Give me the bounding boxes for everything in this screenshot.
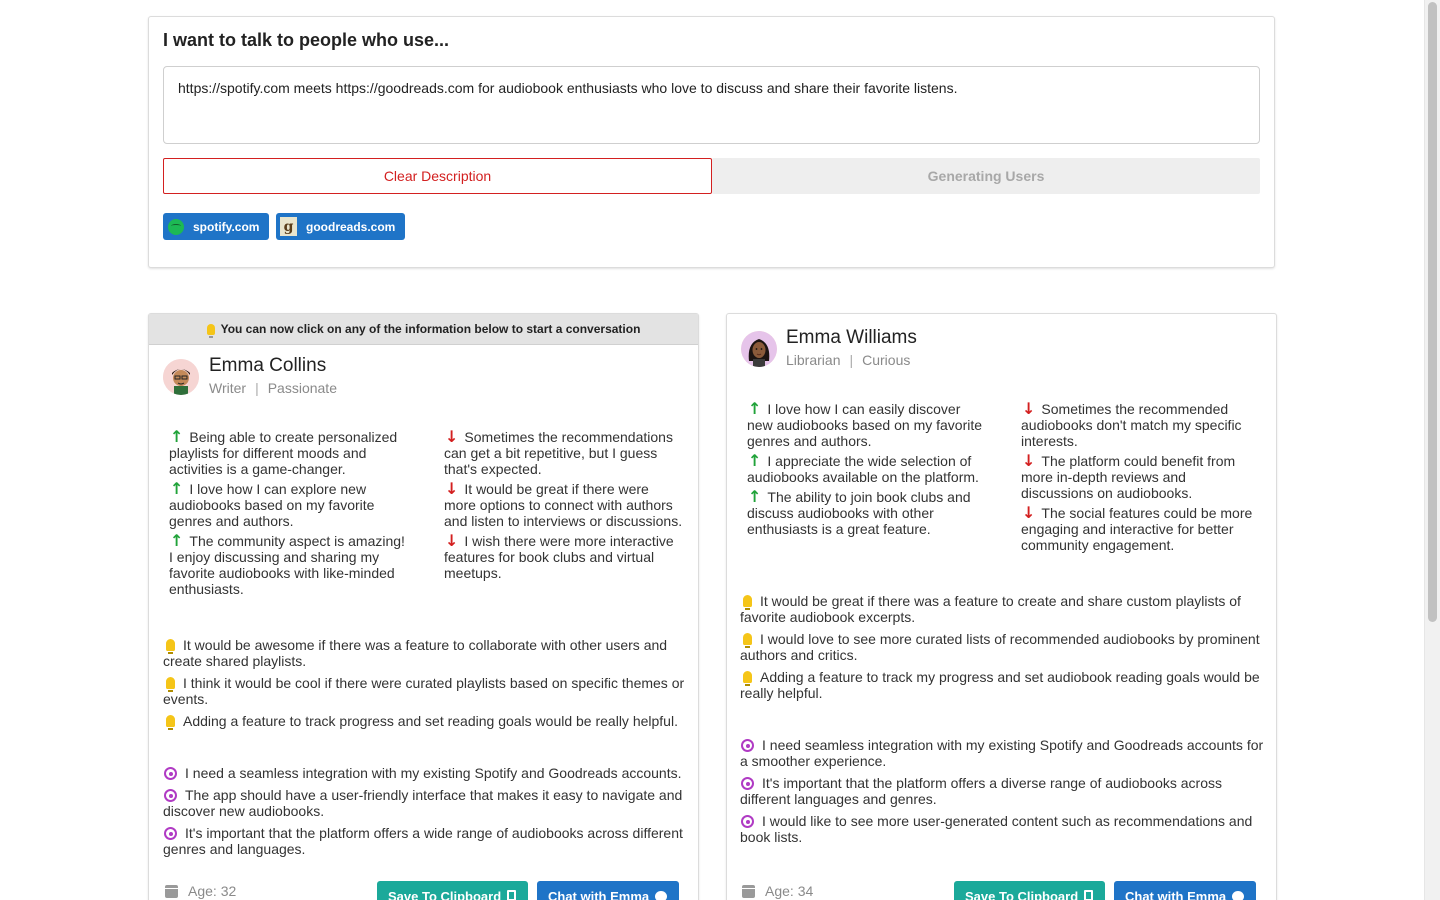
age-text: Age: 32 (188, 883, 237, 899)
needs-list: I need seamless integration with my exis… (740, 737, 1264, 851)
arrow-down-icon: ↓ (1022, 503, 1036, 522)
like-item[interactable]: ↑ I love how I can explore new audiobooks… (169, 479, 409, 530)
lightbulb-icon (743, 671, 752, 686)
chip-label: spotify.com (193, 219, 260, 234)
generating-users-button[interactable]: Generating Users (712, 158, 1260, 194)
persona-name[interactable]: Emma Williams (786, 327, 917, 349)
needs-list: I need a seamless integration with my ex… (163, 765, 687, 863)
target-icon (164, 767, 177, 780)
persona-name[interactable]: Emma Collins (209, 355, 326, 377)
dislike-item[interactable]: ↓ The social features could be more engag… (1021, 503, 1261, 554)
arrow-down-icon: ↓ (1022, 399, 1036, 418)
arrow-up-icon: ↑ (170, 427, 184, 446)
persona-role[interactable]: Librarian (786, 352, 840, 368)
dislike-item[interactable]: ↓ Sometimes the recommendations can get a… (444, 427, 684, 478)
like-item[interactable]: ↑ The ability to join book clubs and disc… (747, 487, 987, 538)
description-textarea[interactable]: https://spotify.com meets https://goodre… (163, 66, 1260, 144)
lightbulb-icon (166, 639, 175, 654)
ideas-list: It would be awesome if there was a featu… (163, 637, 687, 735)
need-item[interactable]: I would like to see more user-generated … (740, 813, 1264, 845)
page-scrollbar[interactable] (1424, 0, 1440, 900)
idea-item[interactable]: It would be great if there was a feature… (740, 593, 1264, 625)
chip-goodreads[interactable]: g goodreads.com (276, 213, 406, 240)
need-item[interactable]: I need a seamless integration with my ex… (163, 765, 687, 781)
persona-trait[interactable]: Curious (862, 352, 910, 368)
dislike-item[interactable]: ↓ The platform could benefit from more in… (1021, 451, 1261, 502)
dislikes-column: ↓ Sometimes the recommended audiobooks do… (1021, 401, 1261, 557)
persona-trait[interactable]: Passionate (268, 380, 337, 396)
lightbulb-icon (743, 633, 752, 648)
dislike-item[interactable]: ↓ Sometimes the recommended audiobooks do… (1021, 399, 1261, 450)
need-item[interactable]: The app should have a user-friendly inte… (163, 787, 687, 819)
chat-button[interactable]: Chat with Emma (537, 881, 680, 900)
lightbulb-icon (743, 595, 752, 610)
arrow-down-icon: ↓ (445, 531, 459, 550)
idea-item[interactable]: Adding a feature to track progress and s… (163, 713, 687, 730)
save-to-clipboard-button[interactable]: Save To Clipboard (954, 881, 1106, 900)
chat-button[interactable]: Chat with Emma (1114, 881, 1257, 900)
avatar (741, 331, 777, 367)
target-icon (741, 777, 754, 790)
likes-column: ↑ I love how I can easily discover new au… (747, 401, 987, 541)
arrow-down-icon: ↓ (1022, 451, 1036, 470)
chat-bubble-icon (1232, 891, 1245, 900)
arrow-up-icon: ↑ (170, 531, 184, 550)
idea-item[interactable]: Adding a feature to track my progress an… (740, 669, 1264, 701)
idea-item[interactable]: I think it would be cool if there were c… (163, 675, 687, 707)
calendar-icon (165, 884, 178, 898)
target-icon (741, 815, 754, 828)
notice-text: You can now click on any of the informat… (220, 322, 641, 336)
like-item[interactable]: ↑ Being able to create personalized playl… (169, 427, 409, 478)
chip-label: goodreads.com (306, 219, 396, 234)
likes-column: ↑ Being able to create personalized playl… (169, 429, 409, 601)
idea-item[interactable]: I would love to see more curated lists o… (740, 631, 1264, 663)
persona-meta[interactable]: Librarian | Curious (786, 352, 910, 368)
spotify-icon (167, 218, 184, 235)
target-icon (164, 789, 177, 802)
chip-spotify[interactable]: spotify.com (163, 213, 270, 240)
arrow-up-icon: ↑ (748, 487, 762, 506)
scrollbar-thumb[interactable] (1428, 2, 1437, 622)
arrow-up-icon: ↑ (748, 399, 762, 418)
description-card: I want to talk to people who use... http… (148, 16, 1275, 268)
age-info: Age: 32 (165, 883, 236, 899)
description-heading: I want to talk to people who use... (163, 30, 450, 50)
like-item[interactable]: ↑ The community aspect is amazing! I enjo… (169, 531, 409, 598)
avatar (163, 359, 199, 395)
like-item[interactable]: ↑ I appreciate the wide selection of audi… (747, 451, 987, 486)
lightbulb-icon (166, 715, 175, 730)
dislikes-column: ↓ Sometimes the recommendations can get a… (444, 429, 684, 585)
age-text: Age: 34 (765, 883, 814, 899)
need-item[interactable]: It's important that the platform offers … (163, 825, 687, 857)
arrow-up-icon: ↑ (748, 451, 762, 470)
arrow-down-icon: ↓ (445, 427, 459, 446)
lightbulb-icon (166, 677, 175, 692)
target-icon (164, 827, 177, 840)
target-icon (741, 739, 754, 752)
persona-role[interactable]: Writer (209, 380, 246, 396)
dislike-item[interactable]: ↓ It would be great if there were more op… (444, 479, 684, 530)
arrow-down-icon: ↓ (445, 479, 459, 498)
clipboard-icon (1084, 890, 1094, 900)
need-item[interactable]: It's important that the platform offers … (740, 775, 1264, 807)
dislike-item[interactable]: ↓ I wish there were more interactive feat… (444, 531, 684, 582)
persona-meta[interactable]: Writer | Passionate (209, 380, 337, 396)
need-item[interactable]: I need seamless integration with my exis… (740, 737, 1264, 769)
save-to-clipboard-button[interactable]: Save To Clipboard (377, 881, 529, 900)
clear-description-button[interactable]: Clear Description (163, 158, 712, 194)
clipboard-icon (507, 890, 517, 900)
goodreads-icon: g (280, 217, 297, 236)
like-item[interactable]: ↑ I love how I can easily discover new au… (747, 399, 987, 450)
calendar-icon (742, 884, 755, 898)
persona-card: Emma Williams Librarian | Curious ↑ I love … (726, 313, 1277, 900)
conversation-notice: You can now click on any of the informat… (149, 314, 698, 345)
lightbulb-icon (206, 323, 215, 338)
chat-bubble-icon (655, 891, 668, 900)
persona-card: You can now click on any of the informat… (148, 313, 699, 900)
idea-item[interactable]: It would be awesome if there was a featu… (163, 637, 687, 669)
age-info: Age: 34 (742, 883, 813, 899)
ideas-list: It would be great if there was a feature… (740, 593, 1264, 707)
arrow-up-icon: ↑ (170, 479, 184, 498)
